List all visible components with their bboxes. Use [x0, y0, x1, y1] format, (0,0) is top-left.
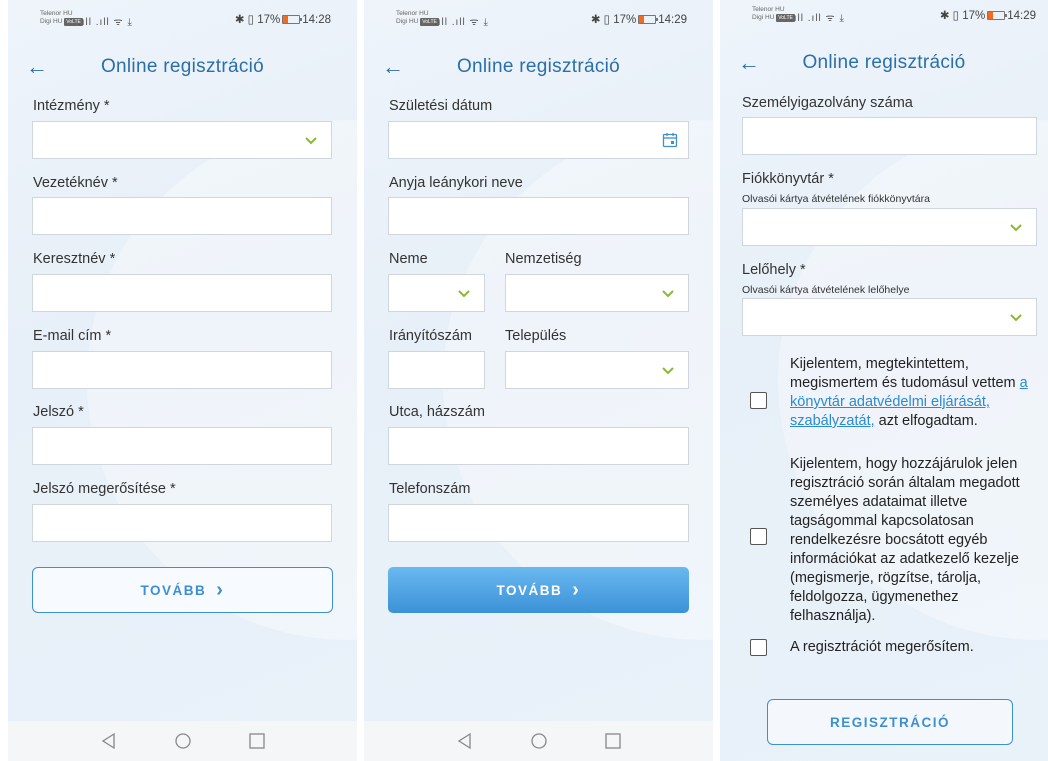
chevron-down-icon [305, 137, 317, 145]
phone-label: Telefonszám [389, 481, 471, 497]
password-input[interactable] [32, 427, 332, 465]
carrier-info: Telenor HU Digi HU VoLTE [396, 10, 439, 26]
status-right: ✱ ▯ 17% 14:29 [590, 14, 687, 26]
status-bar: Telenor HU Digi HU VoLTE .ıll .ıll ᯤ ⤓ ✱… [364, 10, 713, 32]
institution-select[interactable] [32, 121, 332, 159]
consent-data-row: Kijelentem, hogy hozzájárulok jelen regi… [750, 455, 1034, 624]
screen-registration-step1: Telenor HU Digi HU VoLTE .ıll .ıll ᯤ ⤓ ✱… [8, 0, 357, 761]
consent-data-text: Kijelentem, hogy hozzájárulok jelen regi… [790, 456, 1020, 624]
screen-registration-step2: Telenor HU Digi HU VoLTE .ıll .ıll ᯤ ⤓ ✱… [364, 0, 713, 761]
nav-recents-icon[interactable] [604, 732, 622, 750]
location-label: Lelőhely * [742, 262, 806, 278]
confirm-text: A regisztrációt megerősítem. [790, 639, 974, 655]
status-bar: Telenor HU Digi HU VoLTE .ıll .ıll ᯤ ⤓ ✱… [8, 10, 357, 32]
nationality-select[interactable] [505, 274, 689, 312]
battery-icon [282, 15, 303, 24]
confirm-checkbox[interactable] [750, 639, 767, 656]
next-button[interactable]: TOVÁBB › [388, 567, 689, 613]
password-confirm-label: Jelszó megerősítése * [33, 481, 176, 497]
id-number-label: Személyigazolvány száma [742, 95, 913, 111]
lastname-label: Vezetéknév * [33, 175, 118, 191]
password-label: Jelszó * [33, 404, 84, 420]
firstname-label: Keresztnév * [33, 251, 116, 267]
location-sublabel: Olvasói kártya átvételének lelőhelye [742, 284, 910, 296]
app-bar: ← Online regisztráció [720, 48, 1048, 78]
status-right: ✱ ▯ 17% 14:28 [234, 14, 331, 26]
gender-label: Neme [389, 251, 428, 267]
birthdate-label: Születési dátum [389, 98, 493, 114]
confirm-row: A regisztrációt megerősítem. [750, 638, 1034, 660]
street-label: Utca, házszám [389, 404, 485, 420]
app-bar: ← Online regisztráció [8, 52, 357, 82]
institution-label: Intézmény * [33, 98, 110, 114]
status-bar: Telenor HU Digi HU VoLTE .ıll .ıll ᯤ ⤓ ✱… [720, 6, 1048, 28]
app-bar: ← Online regisztráció [364, 52, 713, 82]
register-button[interactable]: REGISZTRÁCIÓ [767, 699, 1013, 745]
signal-wifi-icon: .ıll .ıll ᯤ ⤓ [790, 13, 845, 24]
calendar-icon[interactable] [662, 132, 678, 148]
nav-back-icon[interactable] [456, 732, 474, 750]
city-select[interactable] [505, 351, 689, 389]
android-nav-bar [364, 721, 713, 761]
consent-data-checkbox[interactable] [750, 528, 767, 545]
password-confirm-input[interactable] [32, 504, 332, 542]
consent-privacy-text: Kijelentem, megtekintettem, megismertem … [790, 356, 1028, 429]
email-input[interactable] [32, 351, 332, 389]
page-title: Online regisztráció [100, 56, 265, 77]
chevron-down-icon [1010, 314, 1022, 322]
location-select[interactable] [742, 298, 1037, 336]
status-right: ✱ ▯ 17% 14:29 [939, 10, 1036, 22]
chevron-right-icon: › [572, 579, 581, 601]
city-label: Település [505, 328, 567, 344]
nav-home-icon[interactable] [174, 732, 192, 750]
carrier-info: Telenor HU Digi HU VoLTE [752, 6, 795, 22]
zip-label: Irányítószám [389, 328, 472, 344]
consent-privacy-row: Kijelentem, megtekintettem, megismertem … [750, 355, 1034, 447]
phone-input[interactable] [388, 504, 689, 542]
firstname-input[interactable] [32, 274, 332, 312]
nav-back-icon[interactable] [100, 732, 118, 750]
chevron-down-icon [662, 290, 674, 298]
nav-recents-icon[interactable] [248, 732, 266, 750]
chevron-down-icon [1010, 224, 1022, 232]
id-number-input[interactable] [742, 117, 1037, 155]
mother-name-input[interactable] [388, 197, 689, 235]
lastname-input[interactable] [32, 197, 332, 235]
screen-registration-step3: Telenor HU Digi HU VoLTE .ıll .ıll ᯤ ⤓ ✱… [720, 0, 1048, 761]
chevron-down-icon [662, 367, 674, 375]
android-nav-bar [8, 721, 357, 761]
gender-select[interactable] [388, 274, 485, 312]
signal-wifi-icon: .ıll .ıll ᯤ ⤓ [78, 17, 133, 28]
branch-label: Fiókkönyvtár * [742, 171, 834, 187]
chevron-right-icon: › [216, 579, 225, 601]
page-title: Online regisztráció [802, 52, 966, 73]
branch-select[interactable] [742, 208, 1037, 246]
battery-icon [987, 11, 1008, 20]
consent-privacy-checkbox[interactable] [750, 392, 767, 409]
chevron-down-icon [458, 290, 470, 298]
nav-home-icon[interactable] [530, 732, 548, 750]
birthdate-input[interactable] [388, 121, 689, 159]
nationality-label: Nemzetiség [505, 251, 582, 267]
zip-input[interactable] [388, 351, 485, 389]
carrier-info: Telenor HU Digi HU VoLTE [40, 10, 83, 26]
mother-name-label: Anyja leánykori neve [389, 175, 523, 191]
signal-wifi-icon: .ıll .ıll ᯤ ⤓ [434, 17, 489, 28]
street-input[interactable] [388, 427, 689, 465]
battery-icon [638, 15, 659, 24]
next-button[interactable]: TOVÁBB › [32, 567, 333, 613]
email-label: E-mail cím * [33, 328, 112, 344]
branch-sublabel: Olvasói kártya átvételének fiókkönyvtára [742, 193, 930, 205]
page-title: Online regisztráció [456, 56, 621, 77]
